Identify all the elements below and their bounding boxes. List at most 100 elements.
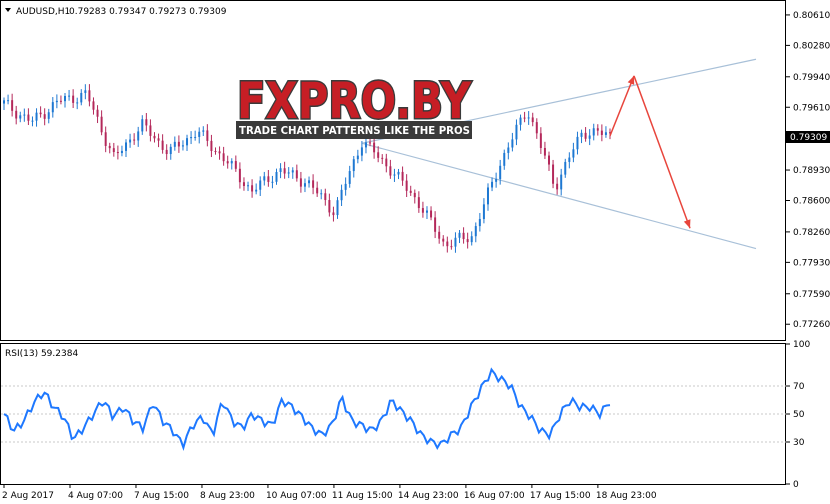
candle-body <box>238 168 241 183</box>
candle-body <box>336 200 339 216</box>
candle-body <box>222 153 225 162</box>
price-tick-label: 0.78600 <box>793 197 830 207</box>
candle-body <box>356 155 359 160</box>
price-tick-label: 0.77590 <box>793 290 830 300</box>
projection-line <box>633 75 691 229</box>
price-tick-label: 0.79610 <box>793 103 830 113</box>
candle-body <box>39 112 42 115</box>
candle-body <box>397 171 400 175</box>
candle-body <box>446 241 449 247</box>
candle-body <box>96 109 99 117</box>
chart-canvas: AUDUSD,H1 0.79283 0.79347 0.79273 0.7930… <box>0 0 830 501</box>
candle-body <box>210 140 213 152</box>
candle-body <box>100 116 103 133</box>
candle-body <box>202 130 205 132</box>
candle-body <box>474 226 477 237</box>
candle-body <box>491 181 494 188</box>
price-tick-label: 0.80280 <box>793 41 830 51</box>
candle-body <box>198 131 201 137</box>
rsi-title: RSI(13) 59.2384 <box>5 349 78 359</box>
candle-body <box>7 100 10 102</box>
candle-body <box>466 239 469 243</box>
candle-body <box>149 125 152 136</box>
candle-body <box>19 115 22 119</box>
chart-dropdown-icon[interactable] <box>5 8 11 12</box>
candle-body <box>324 193 327 201</box>
candle-body <box>572 149 575 158</box>
rsi-levels <box>1 385 786 443</box>
price-tick-label: 0.78930 <box>793 166 830 176</box>
candle-body <box>112 148 115 153</box>
projection-arrowhead <box>627 75 635 85</box>
time-tick-label: 8 Aug 23:00 <box>200 491 255 501</box>
candle-body <box>478 219 481 227</box>
candle-body <box>247 185 250 187</box>
candle-body <box>409 190 412 193</box>
candle-body <box>413 192 416 198</box>
price-axis: 0.806100.802800.799400.796100.792700.789… <box>786 11 830 330</box>
time-tick-label: 11 Aug 15:00 <box>332 491 393 501</box>
rsi-line <box>3 367 611 452</box>
candle-body <box>507 147 510 153</box>
candle-body <box>470 236 473 243</box>
candle-body <box>303 183 306 187</box>
candle-body <box>255 189 258 192</box>
candle-body <box>145 119 148 126</box>
candle-body <box>332 212 335 216</box>
candle-body <box>458 232 461 238</box>
price-tick-label: 0.79940 <box>793 73 830 83</box>
candle-body <box>80 92 83 103</box>
candle-body <box>23 114 26 116</box>
candle-body <box>299 178 302 187</box>
candle-body <box>169 146 172 155</box>
candle-body <box>344 183 347 190</box>
candle-body <box>320 193 323 195</box>
candle-body <box>15 110 18 119</box>
candle-body <box>438 231 441 239</box>
candle-body <box>543 147 546 156</box>
fxpro-logo: FXPRO.BY FXPRO.BY TRADE CHART PATTERNS L… <box>236 71 473 139</box>
time-tick-label: 16 Aug 07:00 <box>464 491 525 501</box>
candle-body <box>283 168 286 174</box>
candle-body <box>275 171 278 182</box>
candle-body <box>64 95 67 102</box>
candle-body <box>165 149 168 155</box>
candle-body <box>234 161 237 169</box>
candle-body <box>482 204 485 220</box>
candle-body <box>308 180 311 184</box>
candle-body <box>564 161 567 175</box>
candle-body <box>3 100 5 104</box>
time-tick-label: 18 Aug 23:00 <box>596 491 657 501</box>
candle-body <box>72 95 75 103</box>
candle-body <box>348 171 351 184</box>
candle-body <box>129 139 132 143</box>
price-tick-label: 0.77260 <box>793 320 830 330</box>
candle-body <box>88 90 91 102</box>
time-tick-label: 10 Aug 07:00 <box>266 491 327 501</box>
candle-body <box>251 185 254 192</box>
price-tick-label: 0.77930 <box>793 258 830 268</box>
candle-body <box>177 141 180 147</box>
candle-body <box>486 187 489 205</box>
candle-body <box>214 151 217 153</box>
symbol-label: AUDUSD,H1 <box>16 7 70 17</box>
candle-body <box>495 178 498 182</box>
candle-body <box>194 136 197 138</box>
candle-body <box>312 180 315 188</box>
candle-body <box>92 101 95 110</box>
candle-body <box>242 182 245 186</box>
candle-body <box>43 114 46 119</box>
candle-body <box>401 171 404 181</box>
candle-body <box>137 131 140 141</box>
candle-body <box>186 138 189 146</box>
main-chart-frame <box>0 0 786 341</box>
candle-body <box>116 152 119 154</box>
candle-body <box>462 232 465 240</box>
ohlc-values: 0.79283 0.79347 0.79273 0.79309 <box>69 7 227 17</box>
trendline <box>361 142 757 250</box>
candle-body <box>133 139 136 141</box>
time-tick-label: 2 Aug 2017 <box>2 491 54 501</box>
time-tick-label: 17 Aug 15:00 <box>530 491 591 501</box>
candle-body <box>51 102 54 113</box>
candle-body <box>600 130 603 135</box>
